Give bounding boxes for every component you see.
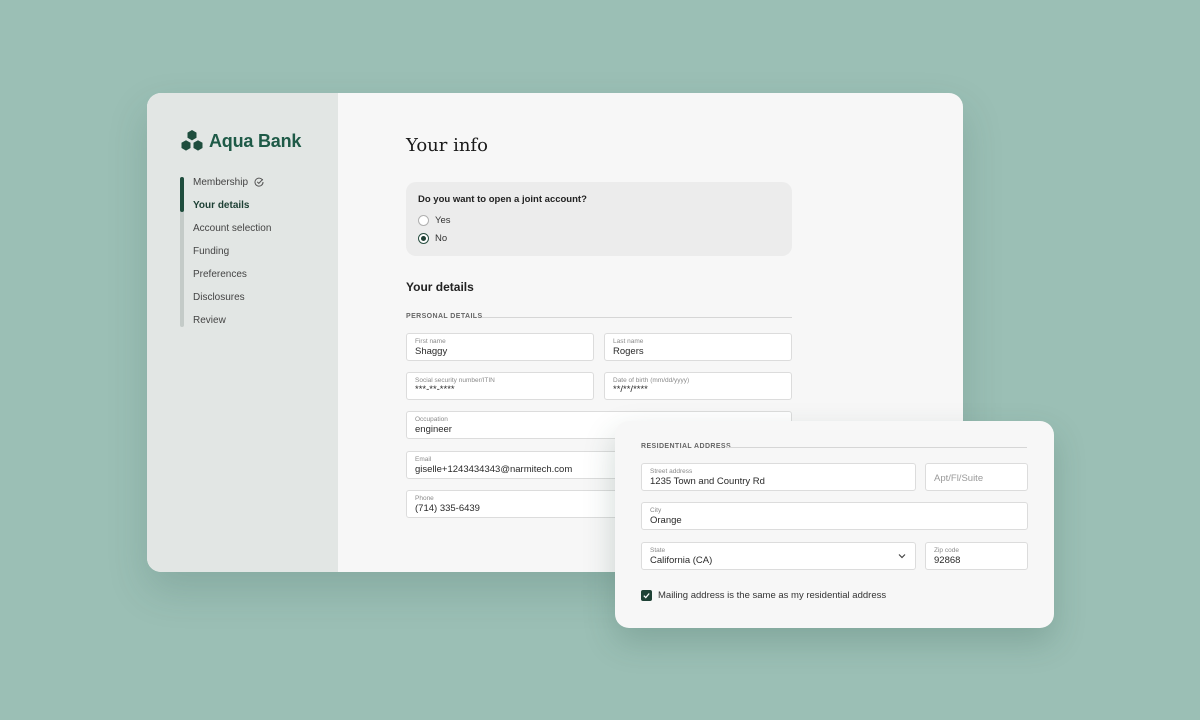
field-label: Social security number/ITIN	[415, 377, 495, 384]
checkbox-checked	[641, 590, 652, 601]
first-name-field[interactable]: First name Shaggy	[406, 333, 594, 361]
radio-circle-selected	[418, 233, 429, 244]
mailing-same-checkbox[interactable]: Mailing address is the same as my reside…	[641, 590, 886, 601]
radio-yes[interactable]: Yes	[418, 215, 451, 226]
field-label: Occupation	[415, 416, 448, 423]
zip-code-field[interactable]: Zip code 92868	[925, 542, 1028, 570]
field-value: (714) 335-6439	[415, 503, 480, 514]
step-disclosures[interactable]: Disclosures	[193, 292, 245, 303]
field-label: Zip code	[934, 547, 959, 554]
step-review[interactable]: Review	[193, 315, 226, 326]
field-label: Phone	[415, 495, 434, 502]
joint-question-text: Do you want to open a joint account?	[418, 194, 587, 205]
field-value: **/**/****	[613, 384, 648, 395]
field-label: Date of birth (mm/dd/yyyy)	[613, 377, 690, 384]
residential-address-label: RESIDENTIAL ADDRESS	[641, 443, 732, 450]
field-label: City	[650, 507, 662, 514]
hexagon-logo-icon	[181, 130, 203, 151]
brand-logo: Aqua Bank	[180, 129, 301, 153]
checkmark-icon	[643, 593, 650, 599]
field-value: Rogers	[613, 346, 644, 357]
radio-label: No	[435, 233, 448, 244]
step-label: Membership	[193, 177, 249, 188]
field-value: 92868	[934, 555, 961, 566]
city-field[interactable]: City Orange	[641, 502, 1028, 530]
field-value: California (CA)	[650, 555, 713, 566]
step-account-selection[interactable]: Account selection	[193, 223, 271, 234]
joint-account-question: Do you want to open a joint account? Yes…	[406, 182, 792, 256]
field-label: Last name	[613, 338, 644, 345]
ssn-field[interactable]: Social security number/ITIN ***-**-****	[406, 372, 594, 400]
personal-details-label: PERSONAL DETAILS	[406, 313, 483, 320]
state-select[interactable]: State California (CA)	[641, 542, 916, 570]
step-your-details[interactable]: Your details	[193, 200, 250, 211]
chevron-down-icon	[898, 554, 906, 559]
radio-no[interactable]: No	[418, 233, 447, 244]
residential-address-card: RESIDENTIAL ADDRESS Street address 1235 …	[615, 421, 1054, 628]
field-label: Street address	[650, 468, 693, 475]
step-funding[interactable]: Funding	[193, 246, 229, 257]
radio-circle	[418, 215, 429, 226]
step-membership[interactable]: Membership	[193, 177, 264, 188]
section-heading: Your details	[406, 280, 474, 294]
check-circle-icon	[254, 177, 264, 187]
sidebar: Aqua Bank Membership Your details Accoun…	[147, 93, 338, 572]
brand-name: Aqua Bank	[209, 130, 302, 151]
radio-label: Yes	[435, 215, 451, 226]
field-value: Orange	[650, 515, 682, 526]
step-preferences[interactable]: Preferences	[193, 269, 247, 280]
field-label: Email	[415, 456, 432, 463]
page-title: Your info	[406, 135, 488, 156]
field-value: giselle+1243434343@narmitech.com	[415, 464, 573, 475]
dob-field[interactable]: Date of birth (mm/dd/yyyy) **/**/****	[604, 372, 792, 400]
field-value: Shaggy	[415, 346, 448, 357]
progress-track-active	[180, 177, 184, 212]
divider	[727, 447, 1027, 448]
field-value: ***-**-****	[415, 384, 455, 395]
field-placeholder: Apt/Fl/Suite	[934, 473, 984, 484]
field-label: First name	[415, 338, 446, 345]
checkbox-label: Mailing address is the same as my reside…	[658, 590, 887, 601]
last-name-field[interactable]: Last name Rogers	[604, 333, 792, 361]
street-address-field[interactable]: Street address 1235 Town and Country Rd	[641, 463, 916, 491]
field-label: State	[650, 547, 666, 554]
apt-suite-field[interactable]: Apt/Fl/Suite	[925, 463, 1028, 491]
field-value: 1235 Town and Country Rd	[650, 476, 765, 487]
divider	[482, 317, 792, 318]
field-value: engineer	[415, 424, 452, 435]
